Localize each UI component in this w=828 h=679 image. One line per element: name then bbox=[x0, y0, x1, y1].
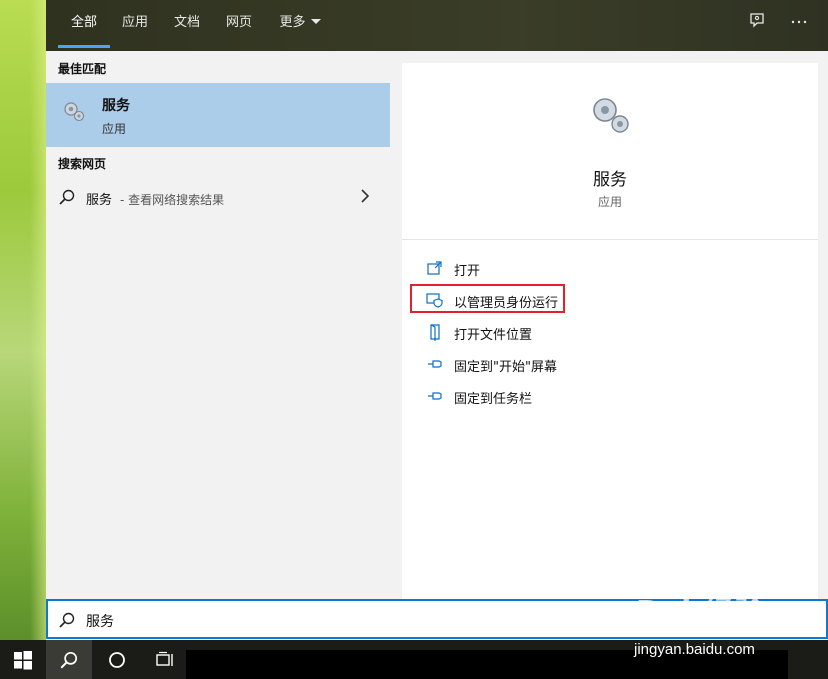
watermark-url: jingyan.baidu.com bbox=[634, 641, 755, 658]
search-input[interactable]: 服务 bbox=[86, 611, 114, 631]
search-icon bbox=[59, 189, 75, 205]
best-match-result[interactable]: 服务 应用 bbox=[46, 83, 390, 147]
action-label: 打开文件位置 bbox=[454, 328, 533, 343]
search-filter-bar: 全部 应用 文档 网页 更多 bbox=[46, 0, 828, 51]
task-view-icon bbox=[156, 651, 173, 666]
web-search-result[interactable]: 服务 - 查看网络搜索结果 bbox=[46, 181, 390, 213]
search-icon bbox=[59, 612, 75, 628]
tab-label: 更多 bbox=[279, 15, 306, 30]
tab-label: 应用 bbox=[121, 15, 148, 30]
app-detail-pane: 服务 应用 打开 以管理员身份运行 打开文件位置 固定到"开始"屏幕 固定到任务… bbox=[402, 63, 818, 599]
folder-location-icon bbox=[430, 324, 440, 341]
action-label: 固定到"开始"屏幕 bbox=[454, 360, 557, 375]
taskbar-search-button[interactable] bbox=[46, 640, 92, 679]
results-list: 最佳匹配 服务 应用 搜索网页 服务 - 查看网络搜索结果 bbox=[46, 51, 390, 599]
app-name: 服务 bbox=[593, 170, 627, 190]
tab-label: 网页 bbox=[225, 15, 252, 30]
tab-all[interactable]: 全部 bbox=[58, 0, 110, 51]
cortana-button[interactable] bbox=[94, 640, 140, 679]
action-label: 固定到任务栏 bbox=[454, 392, 533, 407]
chevron-right-icon[interactable] bbox=[358, 187, 372, 205]
action-open-file-location[interactable]: 打开文件位置 bbox=[426, 320, 786, 344]
action-label: 打开 bbox=[454, 264, 481, 279]
divider bbox=[402, 239, 818, 240]
tab-documents[interactable]: 文档 bbox=[164, 0, 210, 51]
web-result-term: 服务 bbox=[86, 193, 113, 208]
watermark-logo: Bai 经验 bbox=[636, 595, 766, 630]
open-icon bbox=[427, 261, 442, 275]
web-result-description: - 查看网络搜索结果 bbox=[120, 193, 225, 207]
best-match-heading: 最佳匹配 bbox=[58, 62, 107, 76]
pin-icon bbox=[428, 392, 442, 400]
action-pin-to-taskbar[interactable]: 固定到任务栏 bbox=[426, 384, 786, 408]
annotation-highlight-box bbox=[410, 284, 565, 313]
feedback-icon[interactable] bbox=[746, 12, 768, 34]
tab-apps[interactable]: 应用 bbox=[112, 0, 158, 51]
tab-web[interactable]: 网页 bbox=[216, 0, 262, 51]
tab-label: 全部 bbox=[70, 15, 97, 30]
windows-start-icon bbox=[14, 651, 32, 670]
more-options-icon[interactable] bbox=[788, 12, 810, 34]
best-match-type: 应用 bbox=[102, 122, 127, 136]
gears-icon bbox=[593, 98, 629, 133]
search-panel: 全部 应用 文档 网页 更多 最佳匹配 服务 应用 搜索网页 服务 - 查看网络… bbox=[46, 0, 828, 640]
task-view-button[interactable] bbox=[142, 640, 188, 679]
best-match-name: 服务 bbox=[102, 98, 130, 114]
gears-icon bbox=[64, 102, 85, 122]
search-icon bbox=[60, 651, 78, 669]
app-type: 应用 bbox=[597, 195, 622, 209]
tab-label: 文档 bbox=[173, 15, 200, 30]
baidu-watermark: Bai 经验 jingyan.baidu.com bbox=[628, 585, 828, 665]
chevron-down-icon bbox=[310, 19, 321, 24]
start-button[interactable] bbox=[0, 640, 46, 679]
action-open[interactable]: 打开 bbox=[426, 256, 786, 280]
action-pin-to-start[interactable]: 固定到"开始"屏幕 bbox=[426, 352, 786, 376]
pin-icon bbox=[428, 360, 442, 368]
cortana-icon bbox=[109, 652, 125, 668]
tab-more[interactable]: 更多 bbox=[272, 0, 328, 51]
web-search-heading: 搜索网页 bbox=[58, 157, 107, 171]
